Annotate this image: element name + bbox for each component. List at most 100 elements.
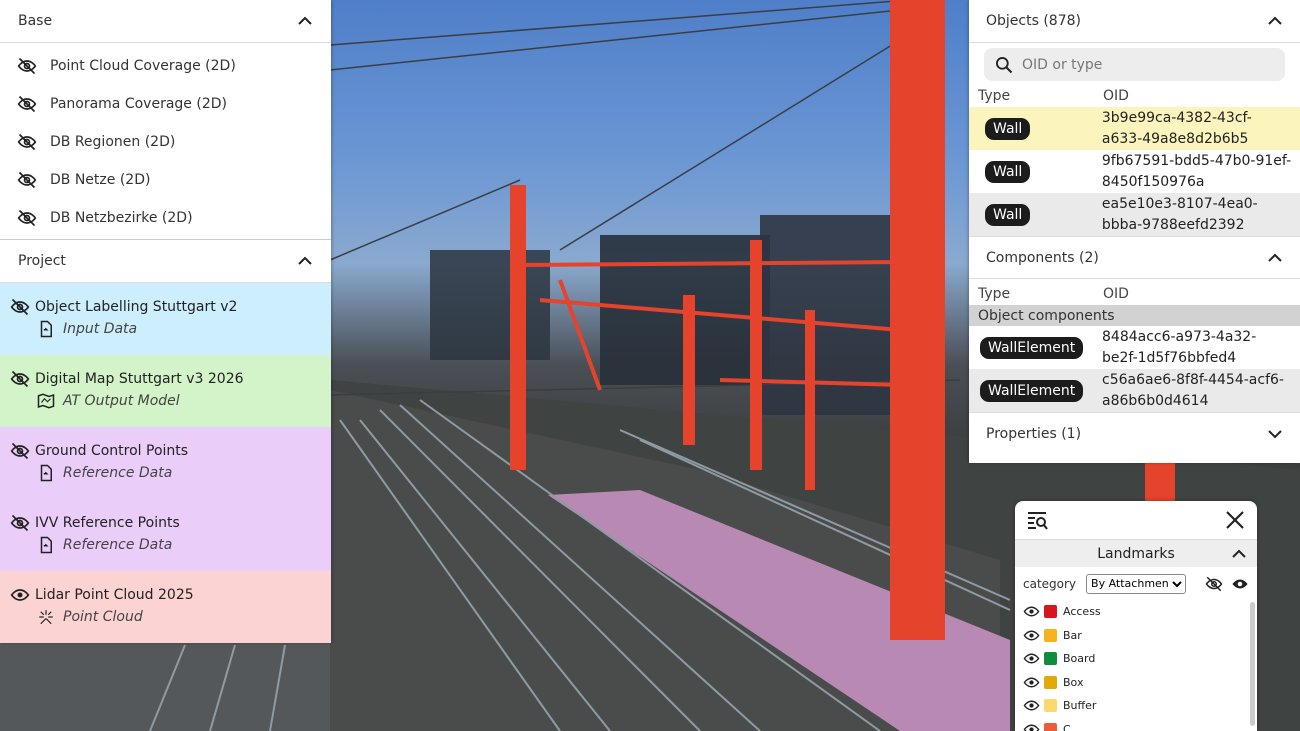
objects-panel: Objects (878) Type OID Wall 3b9e99ca-438… <box>969 0 1300 463</box>
project-section-title: Project <box>18 253 66 269</box>
type-badge: Wall <box>985 203 1031 226</box>
object-row[interactable]: Wall 3b9e99ca-4382-43cf-a633-49a8e8d2b6b… <box>969 107 1300 150</box>
eye-off-icon[interactable] <box>10 297 30 317</box>
component-row[interactable]: WallElement 8484acc6-a973-4a32- be2f-1d5f… <box>969 326 1300 369</box>
oid-cell: c56a6ae6-8f8f-4454-acf6- a86b6b0d4614 <box>1102 371 1284 409</box>
landmark-label: Access <box>1063 605 1101 619</box>
eye-icon[interactable] <box>1023 603 1040 620</box>
column-oid: OID <box>1103 88 1129 104</box>
category-select[interactable]: By Attachment <box>1086 573 1187 594</box>
column-type: Type <box>978 286 1011 302</box>
file-import-icon <box>40 464 52 482</box>
base-layer-list: Point Cloud Coverage (2D) Panorama Cover… <box>0 43 331 240</box>
object-row[interactable]: Wall ea5e10e3-8107-4ea0- bbba-9788eefd239… <box>969 193 1300 236</box>
project-layer-type: Reference Data <box>63 537 173 553</box>
landmark-item[interactable]: Box <box>1015 671 1257 695</box>
color-swatch <box>1044 722 1057 731</box>
base-layer-item[interactable]: DB Netzbezirke (2D) <box>0 199 331 237</box>
eye-icon[interactable] <box>1023 650 1040 667</box>
type-badge: WallElement <box>980 336 1084 359</box>
eye-off-icon[interactable] <box>17 170 37 190</box>
project-layer-name: IVV Reference Points <box>35 515 180 531</box>
base-layer-label: Point Cloud Coverage (2D) <box>50 58 236 74</box>
eye-off-icon[interactable] <box>10 369 30 389</box>
component-row[interactable]: WallElement c56a6ae6-8f8f-4454-acf6- a86b… <box>969 369 1300 412</box>
landmark-label: Buffer <box>1063 699 1097 713</box>
base-layer-item[interactable]: DB Netze (2D) <box>0 161 331 199</box>
file-import-icon <box>40 536 52 554</box>
project-layer-item[interactable]: Digital Map Stuttgart v3 2026 AT Output … <box>0 355 331 427</box>
project-layer-type: Reference Data <box>63 465 173 481</box>
eye-off-icon[interactable] <box>17 208 37 228</box>
project-section-header[interactable]: Project <box>0 240 331 283</box>
color-swatch <box>1044 605 1057 619</box>
base-layer-label: DB Netze (2D) <box>50 172 151 188</box>
landmarks-widget: Landmarks category By Attachment Access … <box>1015 501 1257 731</box>
components-section-header[interactable]: Components (2) <box>969 236 1300 279</box>
layers-panel: Base Point Cloud Coverage (2D) Panorama … <box>0 0 331 643</box>
color-swatch <box>1044 652 1057 666</box>
landmark-item[interactable]: Access <box>1015 600 1257 624</box>
search-icon <box>996 56 1013 73</box>
landmark-label: Box <box>1063 675 1084 689</box>
close-icon[interactable] <box>1223 508 1247 532</box>
column-oid: OID <box>1103 286 1129 302</box>
type-badge: Wall <box>985 117 1031 140</box>
landmarks-header[interactable]: Landmarks <box>1015 539 1257 567</box>
base-section-header[interactable]: Base <box>0 0 331 43</box>
eye-icon[interactable] <box>1023 627 1040 644</box>
base-layer-item[interactable]: Point Cloud Coverage (2D) <box>0 47 331 85</box>
project-layer-item[interactable]: IVV Reference Points Reference Data <box>0 499 331 571</box>
eye-icon[interactable] <box>10 585 30 605</box>
project-layer-item[interactable]: Ground Control Points Reference Data <box>0 427 331 499</box>
eye-off-icon[interactable] <box>17 56 37 76</box>
properties-section-header[interactable]: Properties (1) <box>969 412 1300 455</box>
components-column-header: Type OID <box>969 283 1300 305</box>
landmarks-scrollbar[interactable] <box>1250 602 1255 726</box>
landmark-item[interactable]: Bar <box>1015 624 1257 648</box>
objects-section-header[interactable]: Objects (878) <box>969 0 1300 43</box>
filter-search-icon[interactable] <box>1025 508 1049 532</box>
chevron-up-icon[interactable] <box>1231 546 1247 562</box>
eye-icon[interactable] <box>1231 575 1249 593</box>
eye-icon[interactable] <box>1023 697 1040 714</box>
color-swatch <box>1044 628 1057 642</box>
chevron-down-icon[interactable] <box>1267 426 1283 442</box>
project-layer-item[interactable]: Object Labelling Stuttgart v2 Input Data <box>0 283 331 355</box>
components-section-title: Components (2) <box>986 249 1099 266</box>
eye-off-icon[interactable] <box>1205 575 1223 593</box>
column-type: Type <box>978 88 1011 104</box>
eye-off-icon[interactable] <box>10 441 30 461</box>
landmark-item[interactable]: C <box>1015 718 1257 731</box>
ground <box>0 640 330 731</box>
base-layer-item[interactable]: DB Regionen (2D) <box>0 123 331 161</box>
chevron-up-icon[interactable] <box>297 13 313 29</box>
eye-off-icon[interactable] <box>17 94 37 114</box>
color-swatch <box>1044 699 1057 713</box>
search-input[interactable] <box>1022 56 1252 73</box>
eye-icon[interactable] <box>1023 721 1040 731</box>
project-layer-type: Point Cloud <box>63 609 143 625</box>
landmark-list: Access Bar Board Box Buffer C <box>1015 600 1257 731</box>
base-layer-label: DB Regionen (2D) <box>50 134 176 150</box>
type-badge: WallElement <box>980 379 1084 402</box>
base-layer-item[interactable]: Panorama Coverage (2D) <box>0 85 331 123</box>
eye-icon[interactable] <box>1023 674 1040 691</box>
chevron-up-icon[interactable] <box>1267 250 1283 266</box>
project-layer-type: Input Data <box>63 321 138 337</box>
properties-section-title: Properties (1) <box>986 426 1082 442</box>
landmark-item[interactable]: Buffer <box>1015 694 1257 718</box>
landmark-label: Bar <box>1063 628 1082 642</box>
chevron-up-icon[interactable] <box>297 253 313 269</box>
oid-cell: ea5e10e3-8107-4ea0- bbba-9788eefd2392 <box>1101 195 1258 233</box>
oid-cell: 9fb67591-bdd5-47b0-91ef- 8450f150976a <box>1101 152 1292 190</box>
eye-off-icon[interactable] <box>17 132 37 152</box>
chevron-up-icon[interactable] <box>1267 13 1283 29</box>
landmark-item[interactable]: Board <box>1015 647 1257 671</box>
object-row[interactable]: Wall 9fb67591-bdd5-47b0-91ef- 8450f150976… <box>969 150 1300 193</box>
objects-column-header: Type OID <box>969 85 1300 107</box>
eye-off-icon[interactable] <box>10 513 30 533</box>
project-layer-name: Ground Control Points <box>35 443 189 459</box>
project-layer-item[interactable]: Lidar Point Cloud 2025 Point Cloud <box>0 571 331 643</box>
landmarks-toolbar <box>1015 501 1257 539</box>
